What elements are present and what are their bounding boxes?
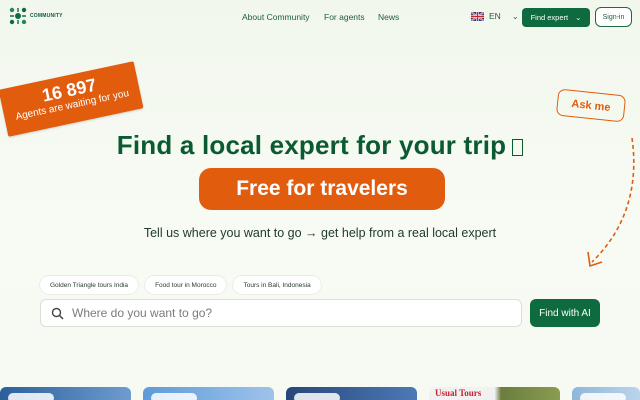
suggestion-chips: Golden Triangle tours India Food tour in…: [40, 276, 321, 294]
language-label: EN: [489, 11, 501, 21]
ask-me-button[interactable]: Ask me: [555, 88, 627, 123]
uk-flag-icon: [471, 11, 484, 21]
nav-about-community[interactable]: About Community: [242, 12, 310, 22]
missing-glyph-icon: [512, 139, 524, 156]
chip-food-tour-morocco[interactable]: Food tour in Morocco: [145, 276, 227, 294]
destination-card[interactable]: [0, 387, 131, 400]
logo[interactable]: COMMUNITY: [8, 6, 63, 26]
chevron-down-icon: ⌄: [575, 13, 582, 22]
logo-icon: [9, 7, 27, 25]
hero-subtitle: Tell us where you want to go → get help …: [143, 226, 497, 240]
destination-card[interactable]: [286, 387, 417, 400]
chip-golden-triangle[interactable]: Golden Triangle tours India: [40, 276, 139, 294]
sign-in-button[interactable]: Sign-in: [595, 7, 632, 27]
language-selector[interactable]: EN ⌄: [471, 11, 519, 21]
chip-tours-bali[interactable]: Tours in Bali, Indonesia: [233, 276, 321, 294]
site-header: COMMUNITY About Community For agents New…: [0, 0, 640, 36]
destination-card[interactable]: [143, 387, 274, 400]
destination-search-input[interactable]: [72, 306, 492, 320]
find-with-ai-button[interactable]: Find with AI: [530, 299, 600, 327]
destination-card[interactable]: Usual Tours: [429, 387, 560, 400]
card-tag: [8, 393, 54, 400]
card-tag: [580, 393, 626, 400]
search-box: [40, 299, 522, 327]
nav-news[interactable]: News: [378, 12, 399, 22]
hero-title-text: Find a local expert for your trip: [116, 130, 507, 160]
find-expert-button[interactable]: Find expert ⌄: [522, 8, 590, 27]
destination-card[interactable]: [572, 387, 640, 400]
card-tag: [294, 393, 340, 400]
chevron-down-icon: ⌄: [511, 11, 519, 21]
logo-text: COMMUNITY: [30, 13, 63, 19]
nav-for-agents[interactable]: For agents: [324, 12, 365, 22]
card-brand-text: Usual Tours: [435, 388, 482, 398]
free-for-travelers-pill: Free for travelers: [199, 168, 445, 210]
hero-title: Find a local expert for your trip: [0, 130, 640, 161]
search-icon: [51, 307, 64, 320]
card-tag: [151, 393, 197, 400]
agents-count-badge: 16 897 Agents are waiting for you: [0, 61, 144, 137]
find-expert-label: Find expert: [530, 13, 569, 22]
